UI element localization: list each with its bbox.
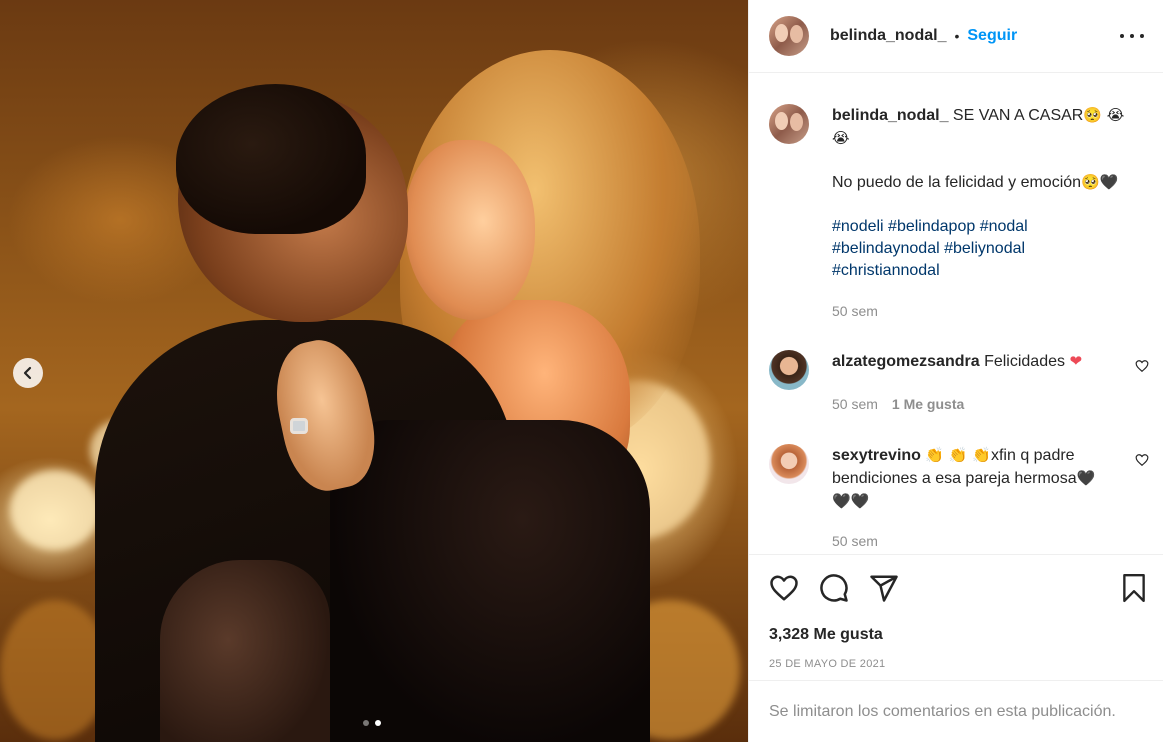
photo-man-tattoo-arm [160,560,330,742]
comment-time: 50 sem [832,396,878,412]
follow-button[interactable]: Seguir [967,27,1017,45]
share-icon[interactable] [869,573,899,603]
caption-text-line: No puedo de la felicidad y emoción [832,174,1082,191]
caption-emoji: 🥺 😭 [1083,106,1125,124]
carousel-indicator [363,720,381,726]
post-date: 25 DE MAYO DE 2021 [769,658,886,670]
post-sidebar: belinda_nodal_ • Seguir belinda_nodal_ S… [748,0,1163,742]
bookmark-icon[interactable] [1121,573,1147,603]
comment-item: alzategomezsandra Felicidades ❤ 50 sem 1 … [769,350,1149,415]
caption-username[interactable]: belinda_nodal_ [832,107,948,124]
caption-emoji: 🥺🖤 [1081,173,1119,191]
comment-time: 50 sem [832,533,878,549]
post-header: belinda_nodal_ • Seguir [749,0,1163,73]
caption-hashtags[interactable]: #belindaynodal #beliynodal [832,238,1149,260]
comment-text: xfin q padre [990,447,1075,464]
caption-emoji-line: 😭 [832,129,850,147]
comment-emoji: 🖤 [1076,469,1096,487]
heart-icon[interactable] [769,573,799,603]
chevron-left-icon [23,366,32,380]
caption-time: 50 sem [832,303,878,319]
caption-hashtags[interactable]: #christiannodal [832,260,1149,282]
header-username[interactable]: belinda_nodal_ [830,27,946,45]
comment-username[interactable]: sexytrevino [832,447,921,464]
avatar[interactable] [769,350,809,390]
comment-text: Felicidades [984,353,1065,370]
comments-list[interactable]: belinda_nodal_ SE VAN A CASAR🥺 😭 😭 No pu… [749,74,1163,554]
comment-emoji-line: 🖤🖤 [832,492,870,510]
caption-entry: belinda_nodal_ SE VAN A CASAR🥺 😭 😭 No pu… [769,104,1149,322]
comment-username[interactable]: alzategomezsandra [832,353,980,370]
photo-engagement-ring [290,418,308,434]
likes-count[interactable]: 3,328 Me gusta [769,626,883,644]
carousel-prev-button[interactable] [13,358,43,388]
comment-text-line: bendiciones a esa pareja hermosa [832,470,1077,487]
comment-like-icon[interactable] [1135,453,1149,467]
comment-item: sexytrevino 👏 👏 👏xfin q padre bendicione… [769,444,1149,552]
comments-limited-notice: Se limitaron los comentarios en esta pub… [749,680,1163,742]
carousel-dot [363,720,369,726]
caption-text: SE VAN A CASAR [952,107,1084,124]
avatar[interactable] [769,104,809,144]
comment-likes-count[interactable]: 1 Me gusta [892,396,964,412]
comment-like-icon[interactable] [1135,359,1149,373]
more-options-button[interactable] [1120,28,1144,44]
comment-icon[interactable] [819,573,849,603]
comment-emoji: ❤ [1069,352,1083,370]
photo-woman-face [405,140,535,320]
avatar[interactable] [769,444,809,484]
instagram-post-modal: belinda_nodal_ • Seguir belinda_nodal_ S… [0,0,1163,742]
post-actions [749,554,1163,624]
header-separator: • [954,28,960,44]
avatar[interactable] [769,16,809,56]
carousel-dot-active [375,720,381,726]
comments-limited-text: Se limitaron los comentarios en esta pub… [769,702,1116,720]
photo-man-hair [176,84,366,234]
photo-woman-dress [330,420,650,742]
more-icon [1120,34,1124,38]
comment-emoji: 👏 👏 👏 [925,446,991,464]
caption-hashtags[interactable]: #nodeli #belindapop #nodal [832,216,1149,238]
post-photo[interactable] [0,0,748,742]
